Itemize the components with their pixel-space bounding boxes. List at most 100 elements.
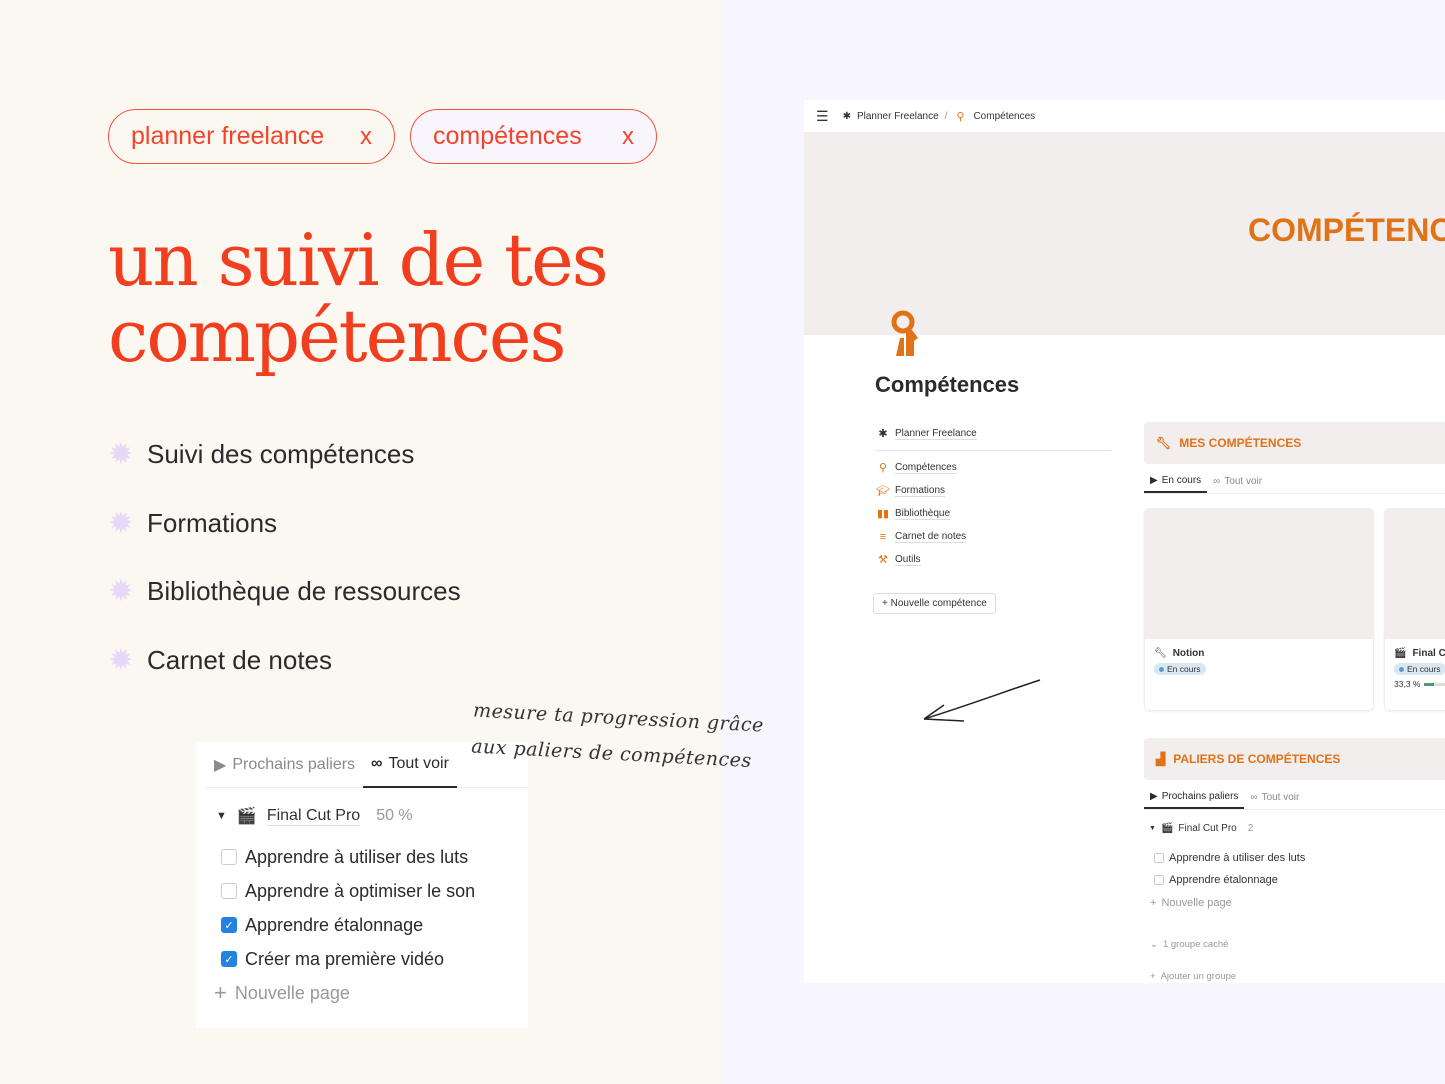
checkbox[interactable] [221,849,237,865]
list-item[interactable]: Apprendre à utiliser des luts [196,840,528,874]
tab-tout-voir[interactable]: ∞ Tout voir [1244,786,1305,809]
plus-icon: + [214,980,227,1005]
notion-window: ☰ ✱ Planner Freelance / ⚲ Compétences CO… [804,100,1445,983]
clapperboard-icon: 🎬 [1160,823,1174,834]
tab-tout-voir[interactable]: ∞ Tout voir [1207,470,1268,493]
group-percent: 50 % [376,807,413,824]
paliers-preview-card: ▶ Prochains paliers ∞ Tout voir ▼ 🎬 Final … [196,742,528,1028]
tab-label: Tout voir [388,754,449,772]
status-badge: En cours [1154,663,1206,675]
menu-icon[interactable]: ☰ [816,108,829,125]
feature-item: ✹ Suivi des compétences [108,439,414,470]
link-label: Planner Freelance [895,427,977,440]
plus-icon: + [1150,971,1156,982]
link-carnet-de-notes[interactable]: ≡ Carnet de notes [876,525,1111,548]
clapperboard-icon: 🎬 [1394,648,1407,659]
gallery-card[interactable]: 🔧︎ Notion En cours [1144,508,1374,711]
tab-prochains-paliers[interactable]: ▶ Prochains paliers [1144,786,1245,809]
hidden-label: 1 groupe caché [1162,939,1229,950]
close-icon[interactable]: x [360,123,372,151]
asterisk-icon: ✱ [842,110,851,122]
button-label: Nouvelle compétence [890,598,987,609]
breadcrumb-planner[interactable]: Planner Freelance [857,111,939,122]
link-label: Formations [895,484,946,497]
headline-line: compétences [108,294,566,378]
list-item[interactable]: ✓ Apprendre étalonnage [196,908,528,942]
group-header[interactable]: ▼ 🎬 Final Cut Pro 50 % [196,806,528,826]
tag-planner-freelance[interactable]: planner freelance x [108,109,395,164]
badge-label: En cours [1407,664,1441,674]
list-item[interactable]: Apprendre à utiliser des luts [1154,852,1305,864]
section-title: MES COMPÉTENCES [1179,436,1302,450]
triangle-down-icon[interactable]: ▼ [216,810,227,822]
gallery-card[interactable]: 🎬 Final C En cours 33,3 % [1384,508,1445,711]
group-label: Final Cut Pro [1178,823,1237,834]
section-mes-competences: 🔧︎ MES COMPÉTENCES [1144,422,1445,464]
checkbox[interactable] [1154,853,1164,863]
link-competences[interactable]: ⚲ Compétences [876,456,1111,479]
tab-label: Prochains paliers [1161,791,1239,802]
feature-label: Bibliothèque de ressources [147,576,461,606]
card-title: Notion [1172,648,1205,659]
link-formations[interactable]: 🎓︎ Formations [876,479,1111,502]
checkbox[interactable] [221,883,237,899]
close-icon[interactable]: x [622,123,634,151]
new-page-button[interactable]: + Nouvelle page [1150,897,1232,909]
group-label[interactable]: Final Cut Pro [266,807,361,826]
card-title: Final C [1412,648,1445,659]
wrench-icon: 🔧︎ [1154,648,1167,659]
new-competence-button[interactable]: + Nouvelle compétence [873,593,996,614]
section-paliers: ▟ PALIERS DE COMPÉTENCES [1144,738,1445,780]
checkbox[interactable] [1154,875,1164,885]
breadcrumb-competences[interactable]: Compétences [973,111,1035,122]
chevron-down-icon: ⌄ [1150,939,1158,950]
tab-tout-voir[interactable]: ∞ Tout voir [363,742,457,788]
progress-label: 33,3 % [1394,679,1421,689]
link-label: Carnet de notes [895,530,967,543]
play-circle-icon: ▶ [214,756,227,774]
list-item[interactable]: Apprendre à optimiser le son [196,874,528,908]
tab-label: Tout voir [1261,792,1300,803]
arrow-drawing-icon [923,679,1041,722]
tab-prochains-paliers[interactable]: ▶ Prochains paliers [206,742,363,788]
wrench-icon: 🔧︎ [1156,436,1172,450]
tab-label: Prochains paliers [232,755,356,773]
tag-label: planner freelance [131,122,325,150]
feature-item: ✹ Bibliothèque de ressources [108,574,461,608]
feature-label: Carnet de notes [147,645,333,675]
headline-line: un suivi de tes [108,218,609,302]
plus-icon: + [1150,897,1157,909]
card-cover [1145,509,1373,639]
item-label: Apprendre à utiliser des luts [1169,852,1306,864]
page-title: Compétences [875,372,1020,397]
new-page-button[interactable]: + Nouvelle page [196,976,528,1010]
star-bullet-icon: ✹ [108,574,134,608]
link-planner-freelance[interactable]: ✱ Planner Freelance [876,422,1111,445]
group-header[interactable]: ▼ 🎬 Final Cut Pro 2 [1149,823,1253,834]
link-outils[interactable]: ⚒ Outils [876,548,1111,571]
link-bibliotheque[interactable]: ▮▮ Bibliothèque [876,502,1111,525]
link-label: Compétences [895,461,957,474]
tab-en-cours[interactable]: ▶ En cours [1144,470,1208,493]
star-bullet-icon: ✹ [108,643,134,677]
checkbox-checked[interactable]: ✓ [221,917,237,933]
cover-text: COMPÉTENC [1248,212,1445,248]
link-label: Bibliothèque [895,507,951,520]
add-group-button[interactable]: + Ajouter un groupe [1150,971,1236,982]
progress-bar [1424,682,1445,686]
cover-image: COMPÉTENC [804,132,1445,335]
hidden-groups-toggle[interactable]: ⌄ 1 groupe caché [1150,939,1228,950]
feature-label: Formations [147,508,278,538]
nav-links: ✱ Planner Freelance ⚲ Compétences 🎓︎ Format… [876,422,1111,571]
triangle-down-icon[interactable]: ▼ [1149,825,1156,832]
list-item[interactable]: ✓ Créer ma première vidéo [196,942,528,976]
list-item[interactable]: Apprendre étalonnage [1154,874,1278,886]
promo-panel: planner freelance x compétences x un sui… [0,0,722,1084]
add-group-label: Ajouter un groupe [1160,971,1237,982]
section-title: PALIERS DE COMPÉTENCES [1173,752,1341,766]
card-title-row: 🔧︎ Notion [1145,639,1373,663]
clapperboard-icon: 🎬 [236,808,257,825]
tab-label: En cours [1161,475,1202,486]
checkbox-checked[interactable]: ✓ [221,951,237,967]
tag-competences[interactable]: compétences x [410,109,657,164]
